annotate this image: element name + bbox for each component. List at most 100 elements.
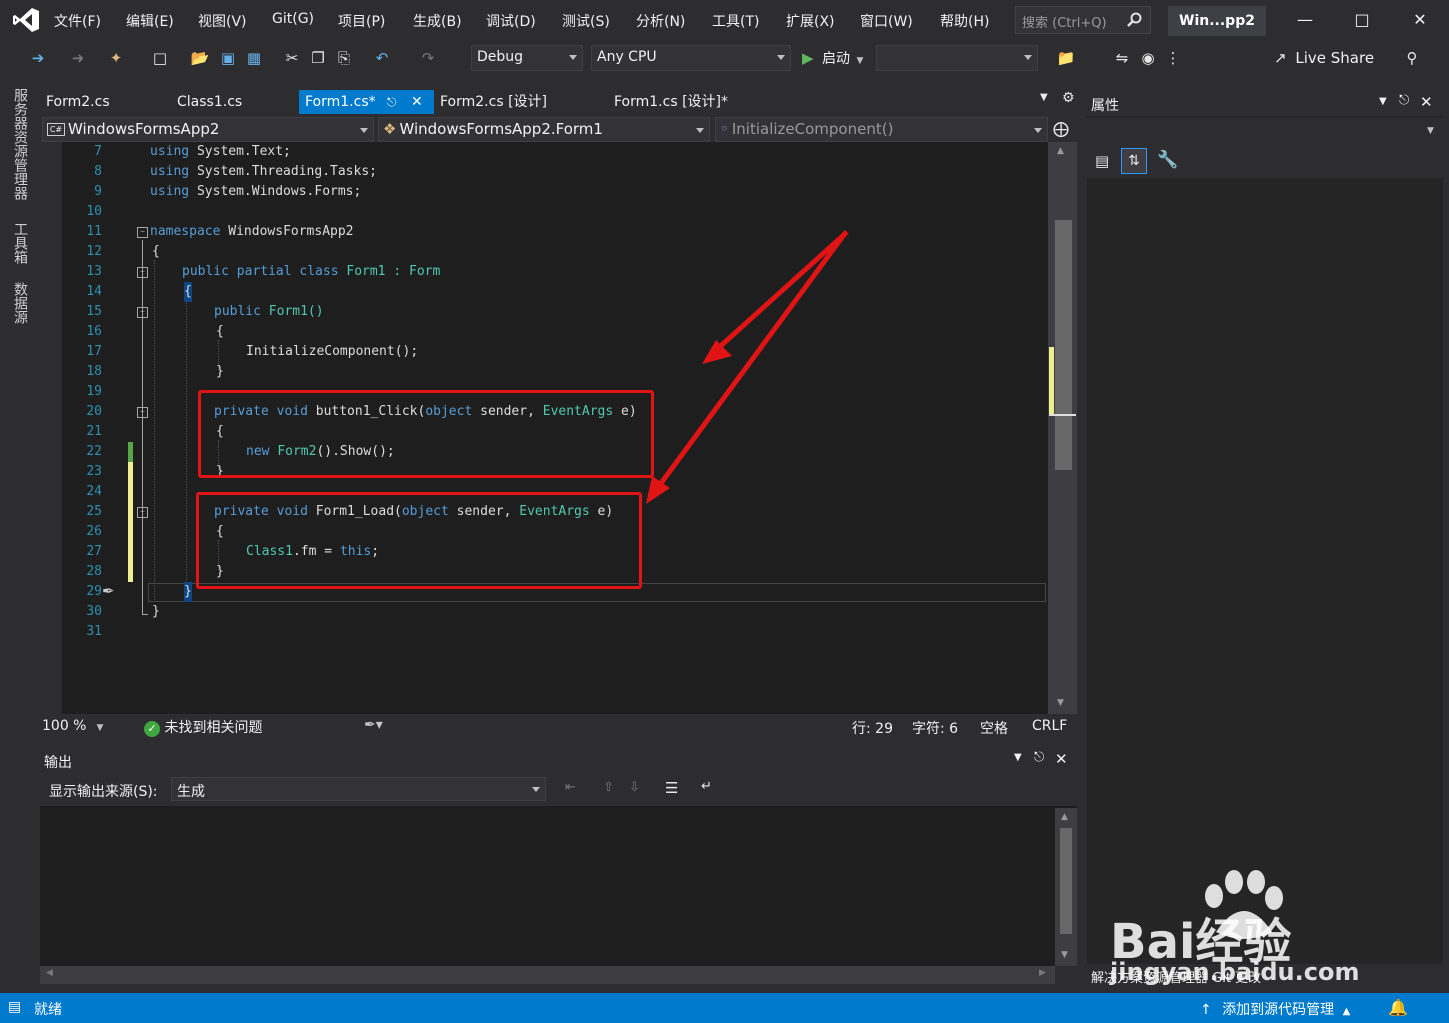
menu-test[interactable]: 测试(S) — [562, 11, 610, 31]
tab-list-dropdown-icon[interactable]: ▼ — [1040, 92, 1048, 103]
object-selector-dropdown[interactable]: ▼ — [1087, 118, 1443, 144]
platform-dropdown[interactable]: Any CPU — [591, 45, 791, 71]
navigate-forward-icon[interactable]: ➜ — [68, 48, 88, 68]
find-in-files-icon[interactable]: 📁 — [1056, 48, 1076, 68]
search-placeholder: 搜索 (Ctrl+Q) — [1022, 16, 1107, 31]
save-icon[interactable]: ▣ — [218, 48, 238, 68]
pin-icon[interactable]: ⎋ — [1399, 93, 1409, 108]
close-panel-icon[interactable]: ✕ — [1420, 93, 1433, 111]
server-explorer-tab[interactable]: 服务器资源管理器 — [10, 88, 30, 200]
scroll-down-icon[interactable]: ▼ — [1057, 698, 1064, 708]
line-indicator[interactable]: 行: 29 — [852, 718, 893, 738]
scrollbar-thumb[interactable] — [1060, 828, 1072, 934]
find-message-icon[interactable]: ⇤ — [565, 780, 576, 795]
menu-edit[interactable]: 编辑(E) — [126, 11, 174, 31]
menu-debug[interactable]: 调试(D) — [486, 11, 536, 31]
feedback-icon[interactable]: ⚲ — [1402, 48, 1422, 68]
config-dropdown[interactable]: Debug — [471, 45, 583, 71]
open-file-icon[interactable]: 📂 — [190, 48, 210, 68]
toolbar-options-icon[interactable]: ⋮ — [1163, 48, 1183, 68]
tab-class1-cs[interactable]: Class1.cs — [171, 90, 297, 114]
menu-extensions[interactable]: 扩展(X) — [786, 11, 835, 31]
scroll-up-icon[interactable]: ▲ — [1061, 812, 1068, 822]
char-indicator[interactable]: 字符: 6 — [912, 718, 958, 738]
line-number: 22 — [86, 444, 102, 459]
word-wrap-icon[interactable]: ↵ — [701, 779, 712, 794]
output-horizontal-scrollbar[interactable]: ◀ ▶ — [40, 966, 1055, 984]
data-sources-tab[interactable]: 数据源 — [10, 282, 30, 324]
close-window-button[interactable]: ✕ — [1405, 6, 1435, 34]
line-number: 20 — [86, 404, 102, 419]
scrollbar-thumb[interactable] — [1055, 220, 1072, 470]
tab-form2-design[interactable]: Form2.cs [设计] — [434, 90, 604, 114]
output-text-area[interactable]: ▲ ▼ — [40, 806, 1077, 966]
pin-icon[interactable]: ⎋ — [1034, 750, 1044, 765]
scroll-up-icon[interactable]: ▲ — [1057, 146, 1064, 156]
menu-git[interactable]: Git(G) — [272, 11, 314, 27]
tab-form1-cs[interactable]: Form1.cs* ⎋ ✕ — [299, 90, 434, 114]
property-pages-wrench-icon[interactable]: 🔧 — [1157, 150, 1178, 170]
menu-view[interactable]: 视图(V) — [198, 11, 247, 31]
maximize-button[interactable]: □ — [1347, 6, 1377, 34]
panel-menu-icon[interactable]: ▼ — [1014, 752, 1022, 763]
line-ending-indicator[interactable]: CRLF — [1032, 718, 1067, 734]
scroll-right-icon[interactable]: ▶ — [1039, 968, 1046, 978]
project-dropdown[interactable]: C# WindowsFormsApp2 — [42, 117, 374, 142]
menu-analyze[interactable]: 分析(N) — [636, 11, 685, 31]
code-editor[interactable]: – – – – – ✒ using System.Text; using Sys… — [40, 142, 1077, 714]
scroll-left-icon[interactable]: ◀ — [46, 968, 53, 978]
tab-form1-design[interactable]: Form1.cs [设计]* — [608, 90, 778, 114]
minimize-button[interactable]: — — [1290, 6, 1320, 34]
panel-menu-icon[interactable]: ▼ — [1379, 96, 1387, 107]
copy-icon[interactable]: ❐ — [308, 48, 328, 68]
debug-target-dropdown[interactable] — [876, 45, 1038, 71]
camera-icon[interactable]: ◉ — [1138, 48, 1158, 68]
undo-icon[interactable]: ↶ — [372, 48, 392, 68]
scroll-down-icon[interactable]: ▼ — [1061, 950, 1068, 960]
navigate-back-icon[interactable]: ➔ — [28, 48, 48, 68]
paste-icon[interactable]: ⎘ — [334, 48, 354, 68]
code-cleanup-brush-icon[interactable]: ✒▾ — [364, 717, 383, 733]
menu-file[interactable]: 文件(F) — [54, 11, 101, 31]
prev-message-icon[interactable]: ⇧ — [603, 780, 614, 795]
new-project-icon[interactable]: ✦ — [106, 48, 126, 68]
output-vertical-scrollbar[interactable]: ▲ ▼ — [1055, 808, 1077, 966]
alphabetical-icon[interactable]: ⇅ — [1121, 148, 1147, 174]
step-icon[interactable]: ⇋ — [1112, 48, 1132, 68]
class-dropdown[interactable]: ❖ WindowsFormsApp2.Form1 — [378, 117, 710, 142]
menu-tools[interactable]: 工具(T) — [712, 11, 759, 31]
settings-gear-icon[interactable]: ⚙ — [1062, 90, 1075, 106]
start-button[interactable]: ▶ 启动 ▼ — [802, 48, 863, 68]
save-all-icon[interactable]: ▦ — [244, 48, 264, 68]
output-toolbar: 显示输出来源(S): 生成 ⇤ ⇧ ⇩ ☰ ↵ — [40, 774, 1077, 806]
add-to-source-control-button[interactable]: ↑ 添加到源代码管理 ▲ — [1200, 999, 1350, 1019]
zoom-dropdown[interactable]: 100 % ▼ — [42, 718, 114, 734]
menu-build[interactable]: 生成(B) — [413, 11, 462, 31]
whitespace-indicator[interactable]: 空格 — [980, 718, 1008, 738]
live-share-button[interactable]: ↗ Live Share — [1274, 49, 1374, 67]
categorized-icon[interactable]: ▤ — [1095, 152, 1109, 170]
output-source-dropdown[interactable]: 生成 — [171, 777, 546, 801]
menu-window[interactable]: 窗口(W) — [860, 11, 913, 31]
menu-project[interactable]: 项目(P) — [338, 11, 385, 31]
notification-icon[interactable]: ▤ — [8, 999, 21, 1015]
editor-vertical-scrollbar[interactable]: ▲ ▼ — [1048, 142, 1077, 714]
arrow-up-icon: ↑ — [1200, 1002, 1212, 1018]
close-panel-icon[interactable]: ✕ — [1055, 750, 1068, 768]
bell-icon[interactable]: 🔔 — [1388, 998, 1408, 1017]
clear-all-icon[interactable]: ☰ — [665, 779, 678, 797]
tab-form2-cs[interactable]: Form2.cs — [40, 90, 166, 114]
visual-studio-logo-icon[interactable] — [12, 7, 40, 33]
member-dropdown[interactable]: ◦ InitializeComponent() — [715, 117, 1048, 142]
cut-icon[interactable]: ✂ — [282, 48, 302, 68]
next-message-icon[interactable]: ⇩ — [629, 780, 640, 795]
search-input[interactable]: 搜索 (Ctrl+Q) — [1015, 6, 1151, 34]
split-editor-icon[interactable]: ⨁ — [1053, 119, 1069, 138]
redo-icon[interactable]: ↷ — [418, 48, 438, 68]
toolbox-tab[interactable]: 工具箱 — [10, 222, 30, 264]
pin-icon[interactable]: ⎋ — [387, 90, 397, 114]
menu-help[interactable]: 帮助(H) — [940, 11, 989, 31]
close-tab-icon[interactable]: ✕ — [411, 90, 423, 114]
add-item-icon[interactable]: □ — [150, 48, 170, 68]
issues-indicator[interactable]: ✓ 未找到相关问题 — [144, 717, 262, 737]
